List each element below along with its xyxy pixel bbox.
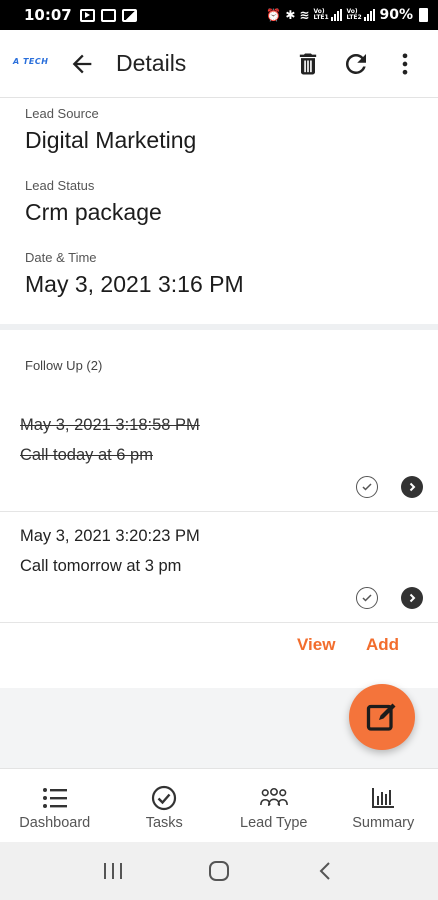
arrow-back-icon (72, 54, 92, 74)
delete-icon (299, 53, 317, 75)
edit-fab[interactable] (349, 684, 415, 750)
date-time-label: Date & Time (25, 250, 97, 265)
nav-summary[interactable]: Summary (329, 769, 438, 842)
bar-chart-icon (369, 785, 397, 811)
nav-tasks[interactable]: Tasks (110, 769, 220, 842)
nav-label: Lead Type (240, 815, 308, 831)
home-button[interactable] (199, 856, 239, 886)
notification-icons (79, 8, 137, 22)
nav-label: Summary (352, 815, 415, 831)
follow-up-title: Follow Up (2) (25, 358, 103, 373)
signal-2-icon (364, 9, 376, 21)
bottom-navigation: Dashboard Tasks Lead Type Summary (0, 768, 438, 842)
date-time-value: May 3, 2021 3:16 PM (25, 271, 244, 297)
add-button[interactable]: Add (366, 635, 399, 655)
chevron-right-icon (409, 482, 416, 492)
follow-up-note: Call today at 6 pm (20, 446, 153, 464)
follow-up-date: May 3, 2021 3:20:23 PM (20, 527, 200, 545)
check-icon (362, 594, 372, 602)
page-title: Details (116, 50, 187, 76)
follow-up-item[interactable]: May 3, 2021 3:20:23 PM Call tomorrow at … (0, 512, 438, 623)
network-label-2: Vo) LTE2 (346, 8, 362, 21)
delete-button[interactable] (292, 48, 324, 80)
app-bar: A TECH Details (0, 30, 438, 98)
lead-source-value: Digital Marketing (25, 127, 197, 153)
more-vert-icon (402, 53, 408, 75)
alarm-icon: ⏰ (266, 8, 282, 22)
complete-button[interactable] (356, 476, 378, 498)
lead-status-value: Crm package (25, 199, 162, 225)
recent-apps-button[interactable] (93, 856, 133, 886)
gallery-notification-icon (121, 8, 137, 22)
edit-icon (366, 703, 396, 731)
refresh-button[interactable] (340, 48, 372, 80)
status-bar: 10:07 ⏰ ✱ ≋ Vo) LTE1 Vo) LTE2 90% (0, 0, 438, 30)
view-button[interactable]: View (297, 635, 335, 655)
complete-button[interactable] (356, 587, 378, 609)
section-divider (0, 324, 438, 330)
chevron-left-icon (319, 862, 330, 880)
check-circle-icon (150, 785, 178, 811)
wifi-icon: ≋ (299, 8, 310, 22)
refresh-icon (345, 53, 366, 74)
status-right: ⏰ ✱ ≋ Vo) LTE1 Vo) LTE2 90% (266, 7, 428, 23)
lead-source-label: Lead Source (25, 106, 99, 121)
home-icon (209, 861, 229, 881)
youtube-notification-icon (79, 8, 95, 22)
follow-up-item[interactable]: May 3, 2021 3:18:58 PM Call today at 6 p… (0, 400, 438, 512)
nav-label: Dashboard (19, 815, 91, 831)
nav-lead-type[interactable]: Lead Type (219, 769, 329, 842)
list-icon (41, 785, 69, 811)
chevron-right-icon (409, 593, 416, 603)
check-icon (362, 483, 372, 491)
recent-apps-icon (104, 863, 122, 879)
battery-percent: 90% (379, 7, 413, 23)
app-logo: A TECH (13, 57, 49, 66)
follow-up-date: May 3, 2021 3:18:58 PM (20, 416, 200, 434)
group-icon (259, 785, 288, 811)
nav-dashboard[interactable]: Dashboard (0, 769, 110, 842)
bluetooth-icon: ✱ (285, 8, 296, 22)
battery-icon (419, 8, 428, 22)
back-button[interactable] (66, 48, 98, 80)
app-notification-icon (100, 8, 116, 22)
nav-label: Tasks (145, 815, 183, 831)
more-options-button[interactable] (389, 48, 421, 80)
open-detail-button[interactable] (401, 476, 423, 498)
network-label-1: Vo) LTE1 (313, 8, 329, 21)
back-nav-button[interactable] (305, 856, 345, 886)
system-navigation (0, 842, 438, 900)
follow-up-note: Call tomorrow at 3 pm (20, 557, 182, 575)
signal-icon (331, 9, 343, 21)
status-time: 10:07 (24, 6, 72, 24)
lead-status-label: Lead Status (25, 178, 95, 193)
open-detail-button[interactable] (401, 587, 423, 609)
